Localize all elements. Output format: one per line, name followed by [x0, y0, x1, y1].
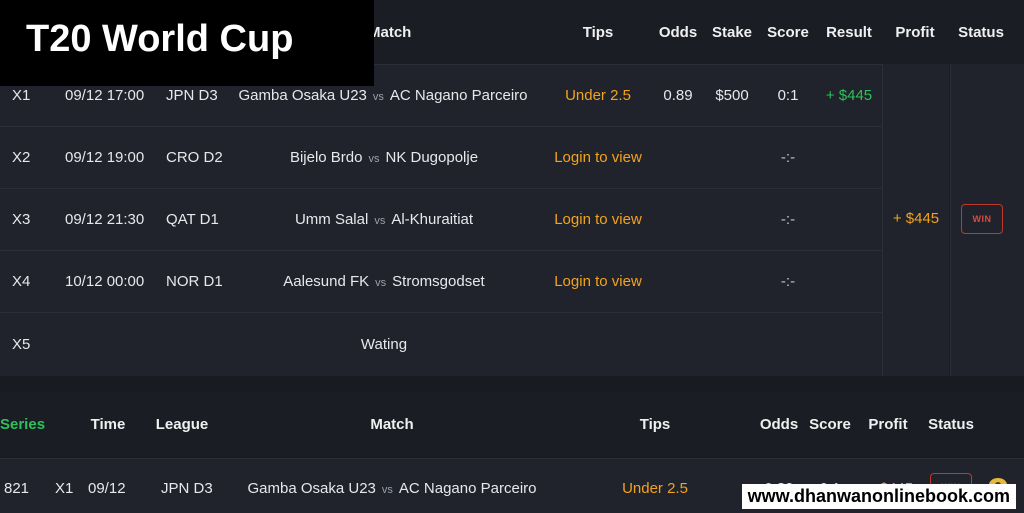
header-score: Score — [767, 24, 809, 41]
row-league: JPN D3 — [161, 480, 213, 497]
header-stake: Stake — [711, 24, 753, 41]
header-series: Series — [0, 416, 46, 433]
header-tips: Tips — [639, 416, 671, 433]
vs-label: vs — [372, 91, 384, 103]
header-tips: Tips — [582, 24, 614, 41]
header-league: League — [155, 416, 209, 433]
header-profit: Profit — [868, 416, 908, 433]
row-tip: Under 2.5 — [565, 87, 631, 104]
home-team: Umm Salal — [294, 211, 369, 228]
row-league: CRO D2 — [166, 149, 223, 166]
home-team: Aalesund FK — [283, 273, 370, 290]
row-match: Umm Salal vs Al-Khuraitiat — [295, 211, 473, 228]
row-id: X2 — [12, 149, 31, 166]
row-id: X5 — [12, 336, 31, 353]
login-to-view-link[interactable]: Login to view — [554, 211, 642, 228]
header-odds: Odds — [759, 416, 799, 433]
header-score: Score — [809, 416, 851, 433]
header-result: Result — [826, 24, 872, 41]
vs-label: vs — [374, 215, 386, 227]
away-team: Al-Khuraitiat — [391, 211, 474, 228]
table-row[interactable]: X4 10/12 00:00 NOR D1 Aalesund FK vs Strom… — [0, 250, 882, 313]
row-id: X1 — [12, 87, 31, 104]
combined-status-cell: WIN — [950, 64, 1024, 376]
row-score: -:- — [780, 273, 796, 290]
header-status: Status — [928, 416, 974, 433]
row-time: 09/12 19:00 — [65, 149, 145, 166]
away-team: NK Dugopolje — [385, 149, 479, 166]
combined-profit: + $445 — [892, 210, 940, 227]
row-id: X3 — [12, 211, 31, 228]
row-time: 09/12 — [88, 480, 126, 497]
home-team: Gamba Osaka U23 — [238, 87, 367, 104]
title-banner: T20 World Cup — [0, 0, 374, 86]
row-league: NOR D1 — [166, 273, 223, 290]
away-team: AC Nagano Parceiro — [389, 87, 528, 104]
row-league: JPN D3 — [166, 87, 218, 104]
row-score: -:- — [780, 211, 796, 228]
watermark-url: www.dhanwanonlinebook.com — [741, 484, 1016, 509]
page-title: T20 World Cup — [26, 18, 294, 60]
row-time: 09/12 21:30 — [65, 211, 145, 228]
row-league: QAT D1 — [166, 211, 219, 228]
row-series: 821 — [4, 480, 30, 497]
row-odds: 0.89 — [663, 87, 693, 104]
row-id: X1 — [55, 480, 74, 497]
vs-label: vs — [368, 153, 380, 165]
header-match: Match — [368, 24, 412, 41]
win-badge: WIN — [961, 204, 1003, 234]
table-row[interactable]: X2 09/12 19:00 CRO D2 Bijelo Brdo vs NK Du… — [0, 126, 882, 189]
login-to-view-link[interactable]: Login to view — [554, 149, 642, 166]
vs-label: vs — [375, 277, 387, 289]
row-score: 0:1 — [777, 87, 799, 104]
header-profit: Profit — [895, 24, 935, 41]
table-row: X5 Wating — [0, 312, 882, 376]
row-tip: Under 2.5 — [622, 480, 688, 497]
row-match: Gamba Osaka U23 vs AC Nagano Parceiro — [239, 87, 528, 104]
table2-header: Series Time League Match Tips Odds Score… — [0, 392, 1024, 456]
row-id: X4 — [12, 273, 31, 290]
header-odds: Odds — [658, 24, 698, 41]
row-time: 09/12 17:00 — [65, 87, 145, 104]
away-team: AC Nagano Parceiro — [398, 480, 537, 497]
row-result: + $445 — [825, 87, 873, 104]
home-team: Gamba Osaka U23 — [247, 480, 376, 497]
vs-label: vs — [381, 484, 393, 496]
combined-profit-cell: + $445 — [882, 64, 949, 376]
away-team: Stromsgodset — [392, 273, 485, 290]
login-to-view-link[interactable]: Login to view — [554, 273, 642, 290]
row-match: Gamba Osaka U23 vs AC Nagano Parceiro — [248, 480, 537, 497]
table-row[interactable]: X3 09/12 21:30 QAT D1 Umm Salal vs Al-Khur… — [0, 188, 882, 251]
header-match: Match — [370, 416, 414, 433]
waiting-label: Wating — [360, 336, 408, 353]
home-team: Bijelo Brdo — [289, 149, 363, 166]
row-match: Aalesund FK vs Stromsgodset — [283, 273, 484, 290]
header-time: Time — [90, 416, 126, 433]
header-status: Status — [958, 24, 1004, 41]
row-stake: $500 — [715, 87, 749, 104]
row-score: -:- — [780, 149, 796, 166]
row-time: 10/12 00:00 — [65, 273, 145, 290]
row-match: Bijelo Brdo vs NK Dugopolje — [290, 149, 478, 166]
